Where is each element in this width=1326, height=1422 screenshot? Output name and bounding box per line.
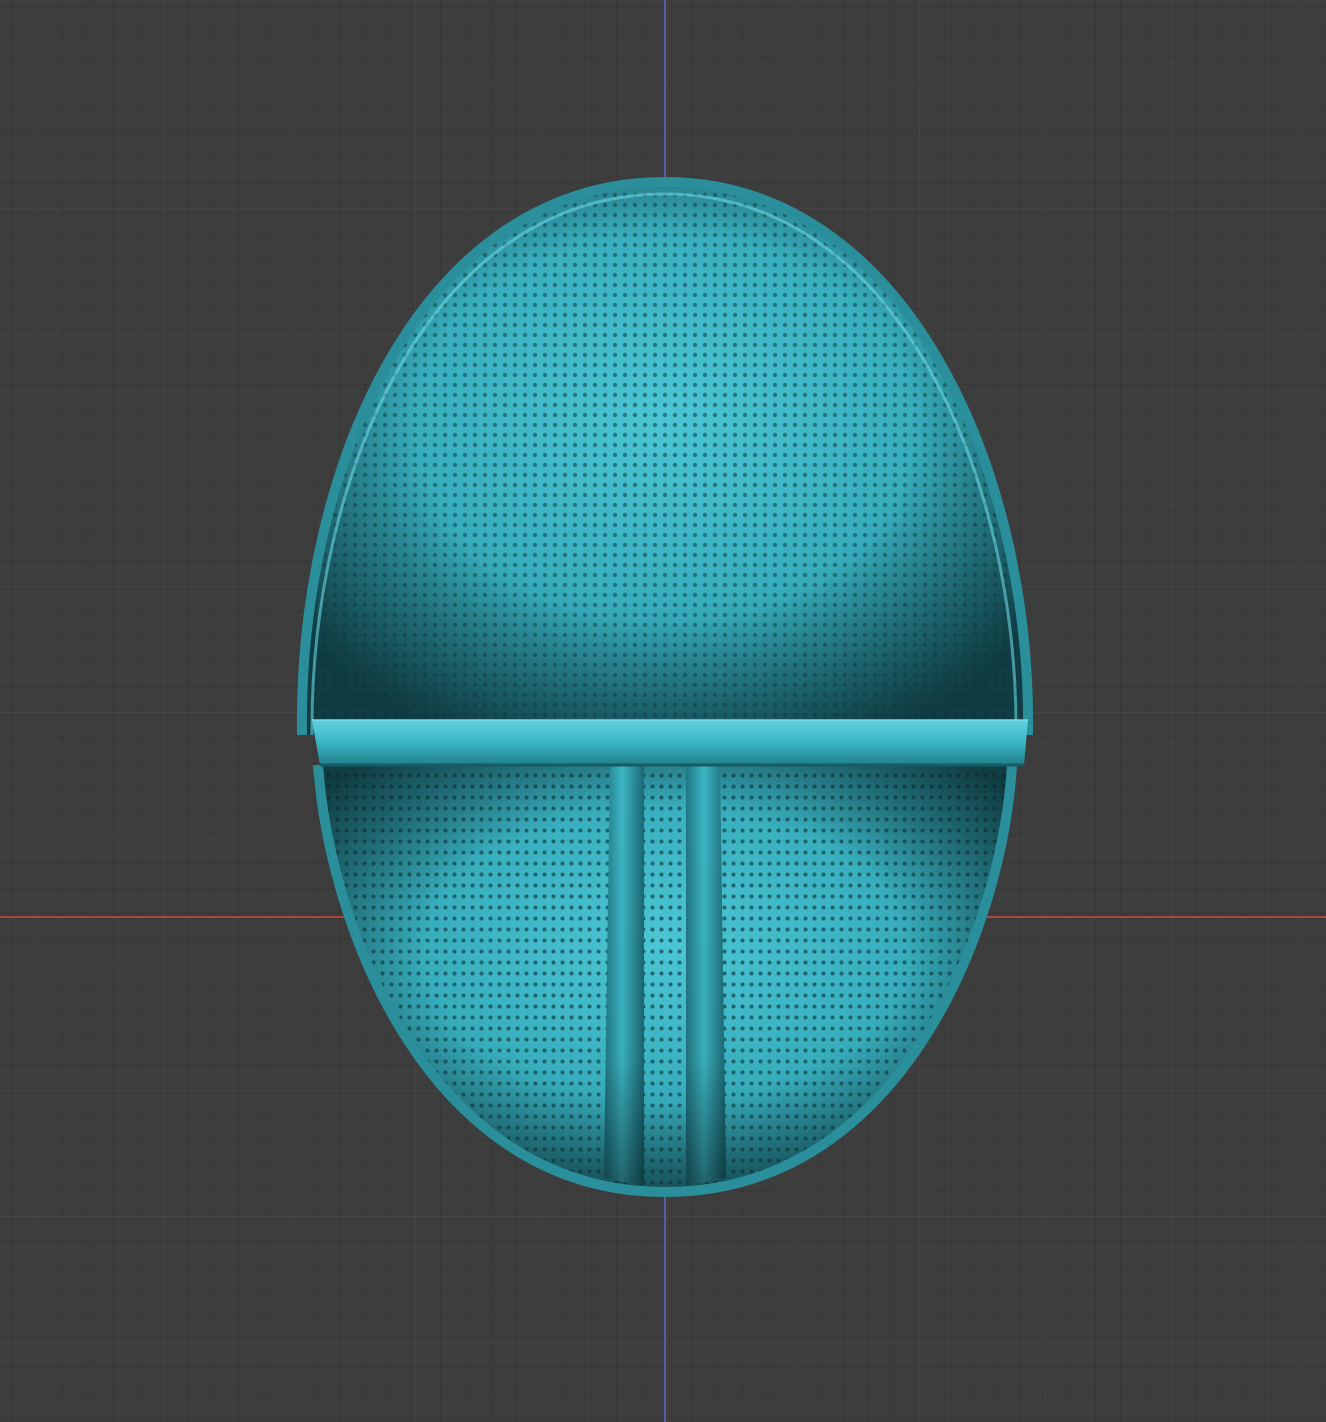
3d-viewport[interactable] [0, 0, 1326, 1422]
mask-lower-shell [313, 764, 1017, 1198]
mask-forehead-band [312, 719, 1028, 767]
mask-upper-shell [296, 176, 1034, 736]
viewport-scene [0, 0, 1326, 1422]
mask-object[interactable] [290, 170, 1040, 1200]
